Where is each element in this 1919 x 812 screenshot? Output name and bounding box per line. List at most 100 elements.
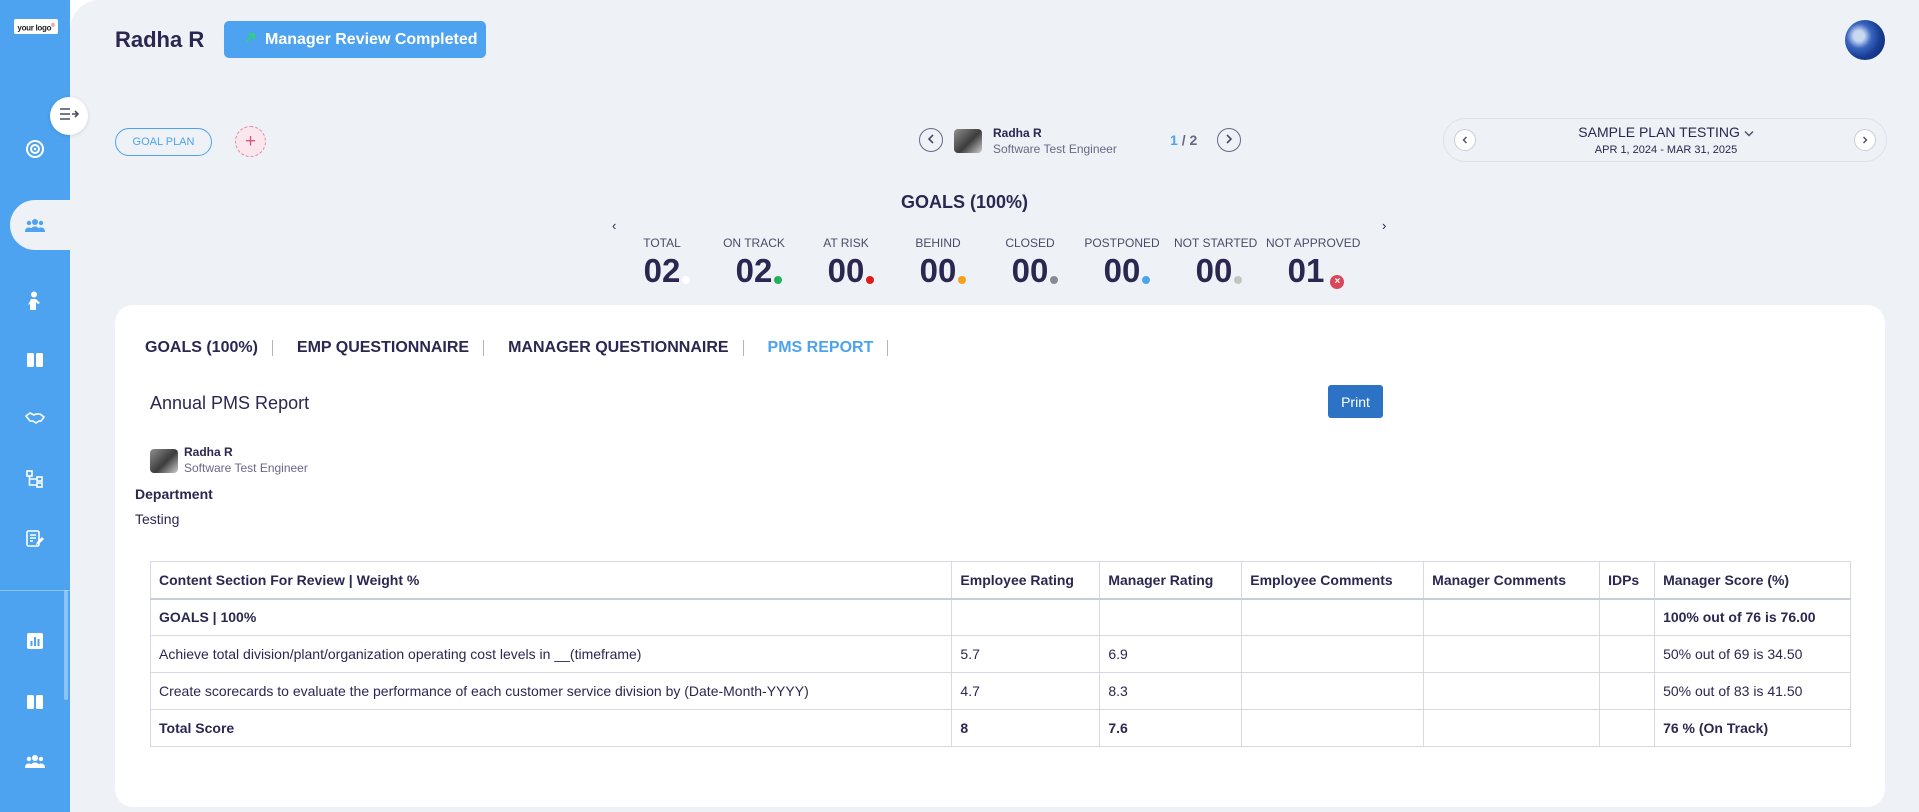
team-icon[interactable] xyxy=(24,214,46,236)
report-title: Annual PMS Report xyxy=(150,393,310,413)
plan-dates: APR 1, 2024 - MAR 31, 2025 xyxy=(1594,144,1738,156)
stat-not-approved[interactable]: NOT APPROVED 01 × xyxy=(1266,236,1361,290)
tab-separator xyxy=(887,340,889,356)
stats-scroll-right[interactable]: › xyxy=(1382,218,1386,233)
table-cell xyxy=(1599,709,1656,747)
table-cell xyxy=(1423,672,1601,710)
stat-value: 00 xyxy=(1103,252,1141,289)
table-cell xyxy=(1423,635,1601,673)
table-row: Achieve total division/plant/organizatio… xyxy=(149,635,1851,673)
table-row: Total Score 8 7.6 76 % (On Track) xyxy=(149,709,1851,747)
table-cell xyxy=(1241,598,1425,636)
column-header: Manager Score (%) xyxy=(1654,561,1851,600)
document-edit-icon[interactable] xyxy=(24,528,46,550)
stat-not-started[interactable]: NOT STARTED 00 xyxy=(1174,236,1258,290)
table-cell xyxy=(951,598,1101,636)
sidebar-scrollbar[interactable] xyxy=(64,590,68,700)
page-title: Radha R xyxy=(115,27,205,52)
stat-value: 02 xyxy=(735,252,773,289)
table-header-row: Content Section For Review | Weight % Em… xyxy=(149,561,1851,600)
employee-role: Software Test Engineer xyxy=(184,461,308,475)
table-cell xyxy=(1241,635,1425,673)
stat-label: TOTAL xyxy=(643,236,681,250)
review-status-badge: Manager Review Completed xyxy=(224,21,486,58)
stat-value: 00 xyxy=(827,252,865,289)
chevron-left-icon xyxy=(927,131,935,149)
stat-behind[interactable]: BEHIND 00 xyxy=(898,236,978,290)
book-icon[interactable] xyxy=(24,691,46,713)
sidebar-divider xyxy=(0,590,70,591)
stat-label: NOT STARTED xyxy=(1174,236,1258,250)
user-avatar[interactable] xyxy=(1845,20,1885,60)
report-tabs: GOALS (100%) EMP QUESTIONNAIRE MANAGER Q… xyxy=(145,339,912,357)
plan-name[interactable]: SAMPLE PLAN TESTING xyxy=(1444,124,1888,140)
department-label: Department xyxy=(135,486,213,502)
person-icon[interactable] xyxy=(24,290,46,312)
table-cell: 100% out of 76 is 76.00 xyxy=(1654,598,1851,636)
department-value: Testing xyxy=(135,511,180,527)
table-cell: Create scorecards to evaluate the perfor… xyxy=(149,672,953,710)
target-icon[interactable] xyxy=(24,138,46,160)
tab-emp-questionnaire[interactable]: EMP QUESTIONNAIRE xyxy=(297,339,483,357)
employee-switcher-role: Software Test Engineer xyxy=(993,142,1117,156)
stat-postponed[interactable]: POSTPONED 00 xyxy=(1082,236,1162,290)
tab-pms-report[interactable]: PMS REPORT xyxy=(768,339,888,357)
table-cell xyxy=(1241,709,1425,747)
group-icon[interactable] xyxy=(24,750,46,772)
pager-current: 1 xyxy=(1170,132,1178,148)
status-dot xyxy=(682,276,691,284)
column-header: IDPs xyxy=(1599,561,1656,600)
stat-at-risk[interactable]: AT RISK 00 xyxy=(806,236,886,290)
logo-mark: ® xyxy=(51,23,55,29)
not-approved-x-icon: × xyxy=(1330,275,1345,289)
goal-plan-button[interactable]: GOAL PLAN xyxy=(115,128,212,156)
table-cell: 8 xyxy=(951,709,1101,747)
next-employee-button[interactable] xyxy=(1217,128,1241,152)
stat-value: 01 xyxy=(1287,252,1325,289)
employee-name: Radha R xyxy=(184,445,233,459)
chevron-right-icon xyxy=(1225,131,1233,149)
print-button[interactable]: Print xyxy=(1328,385,1383,418)
plan-selector[interactable]: SAMPLE PLAN TESTING APR 1, 2024 - MAR 31… xyxy=(1443,118,1887,162)
table-cell: Achieve total division/plant/organizatio… xyxy=(149,635,953,673)
pager-separator: / xyxy=(1181,132,1186,148)
handshake-icon[interactable] xyxy=(24,407,46,429)
table-cell xyxy=(1599,635,1656,673)
pms-report-table: Content Section For Review | Weight % Em… xyxy=(149,561,1851,747)
stat-value: 02 xyxy=(643,252,681,289)
stat-value: 00 xyxy=(1195,252,1233,289)
stat-closed[interactable]: CLOSED 00 xyxy=(990,236,1070,290)
hierarchy-icon[interactable] xyxy=(24,468,46,490)
table-cell: GOALS | 100% xyxy=(149,598,953,636)
employee-pager: 1 / 2 xyxy=(1170,132,1197,148)
tab-goals[interactable]: GOALS (100%) xyxy=(145,339,272,357)
stats-scroll-left[interactable]: ‹ xyxy=(612,218,616,233)
tab-separator xyxy=(742,340,744,356)
table-cell: 5.7 xyxy=(951,635,1101,673)
table-cell: 50% out of 83 is 41.50 xyxy=(1654,672,1851,710)
employee-switcher-avatar xyxy=(954,129,982,153)
stat-label: NOT APPROVED xyxy=(1266,236,1361,250)
stat-total[interactable]: TOTAL 02 xyxy=(622,236,702,290)
column-header: Content Section For Review | Weight % xyxy=(149,561,953,600)
table-cell xyxy=(1099,598,1243,636)
tab-separator xyxy=(271,340,273,356)
tab-manager-questionnaire[interactable]: MANAGER QUESTIONNAIRE xyxy=(508,339,742,357)
goals-summary-title: GOALS (100%) xyxy=(900,192,1029,212)
previous-employee-button[interactable] xyxy=(919,128,943,152)
table-cell xyxy=(1423,709,1601,747)
pager-total: 2 xyxy=(1189,132,1198,148)
column-header: Employee Rating xyxy=(951,561,1101,600)
book-icon[interactable] xyxy=(24,349,46,371)
stat-on-track[interactable]: ON TRACK 02 xyxy=(714,236,794,290)
stat-value: 00 xyxy=(919,252,957,289)
logo: your logo® xyxy=(14,19,58,34)
logo-text: your logo xyxy=(17,23,52,33)
next-plan-button[interactable] xyxy=(1854,129,1876,151)
add-goal-button[interactable]: + xyxy=(235,126,266,157)
table-cell: 7.6 xyxy=(1099,709,1243,747)
status-dot xyxy=(1050,276,1059,284)
bar-chart-icon[interactable] xyxy=(24,630,46,652)
status-dot xyxy=(1234,276,1243,284)
sidebar-toggle-button[interactable] xyxy=(50,97,88,135)
